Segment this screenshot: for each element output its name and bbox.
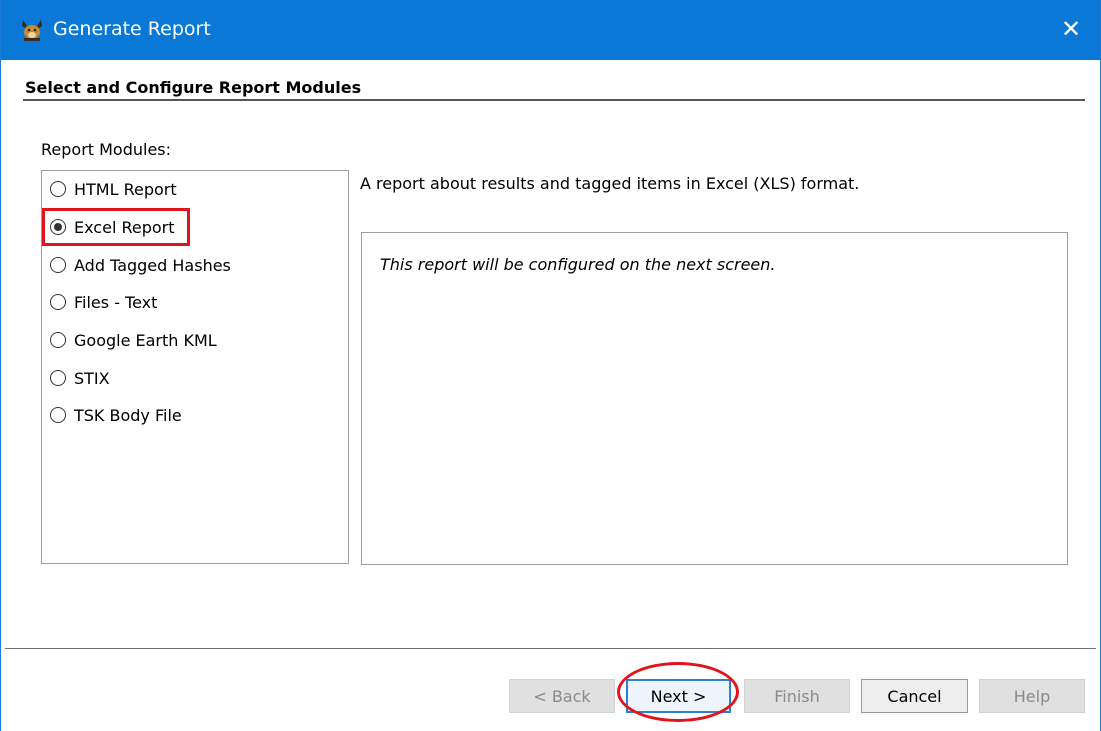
radio-button[interactable] [50, 370, 66, 386]
section-divider [23, 99, 1085, 101]
module-label: TSK Body File [74, 405, 182, 425]
module-label: STIX [74, 368, 110, 388]
radio-button[interactable] [50, 257, 66, 273]
module-description: A report about results and tagged items … [360, 174, 860, 193]
radio-button[interactable] [50, 294, 66, 310]
title-bar[interactable]: Generate Report ✕ [1, 0, 1100, 60]
finish-button[interactable]: Finish [744, 679, 850, 713]
cancel-button[interactable]: Cancel [861, 679, 968, 713]
module-config-panel: This report will be configured on the ne… [361, 232, 1068, 565]
next-button[interactable]: Next > [626, 679, 731, 713]
config-message: This report will be configured on the ne… [380, 255, 776, 274]
module-option-stix[interactable]: STIX [50, 364, 110, 392]
module-label: Files - Text [74, 292, 158, 312]
module-option-google-earth-kml[interactable]: Google Earth KML [50, 326, 217, 354]
section-title: Select and Configure Report Modules [25, 78, 362, 97]
excel-report-highlight [42, 208, 190, 246]
close-icon[interactable]: ✕ [1056, 14, 1086, 44]
report-modules-list: HTML Report Excel Report Add Tagged Hash… [41, 170, 349, 564]
module-label: Add Tagged Hashes [74, 255, 231, 275]
radio-button[interactable] [50, 181, 66, 197]
module-label: HTML Report [74, 179, 177, 199]
module-option-files-text[interactable]: Files - Text [50, 288, 157, 316]
report-modules-label: Report Modules: [41, 140, 172, 159]
generate-report-dialog: Generate Report ✕ Select and Configure R… [0, 0, 1101, 731]
footer-divider [5, 648, 1096, 649]
back-button[interactable]: < Back [509, 679, 615, 713]
main-panel: Select and Configure Report Modules Repo… [5, 60, 1096, 650]
module-option-html-report[interactable]: HTML Report [50, 175, 177, 203]
module-option-tsk-body-file[interactable]: TSK Body File [50, 401, 182, 429]
autopsy-dog-icon [22, 20, 42, 41]
radio-button[interactable] [50, 407, 66, 423]
module-option-add-tagged-hashes[interactable]: Add Tagged Hashes [50, 251, 231, 279]
radio-button[interactable] [50, 332, 66, 348]
help-button[interactable]: Help [979, 679, 1085, 713]
module-label: Google Earth KML [74, 330, 217, 350]
window-title: Generate Report [53, 18, 211, 40]
